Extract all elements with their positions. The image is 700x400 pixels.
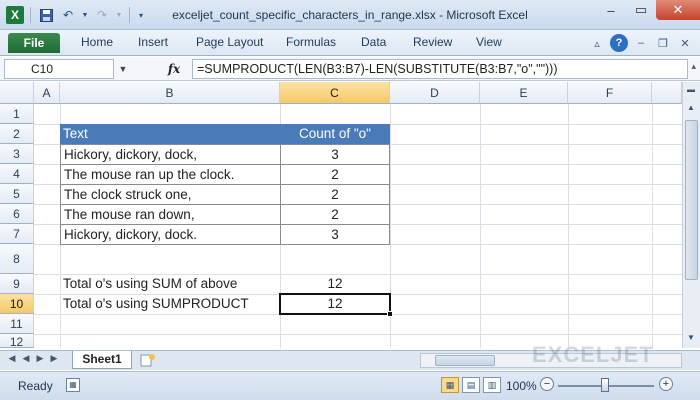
table-row-text[interactable]: Hickory, dickory, dock. bbox=[60, 224, 281, 245]
column-header-e[interactable]: E bbox=[480, 82, 568, 104]
row-header-10[interactable]: 10 bbox=[0, 294, 34, 314]
gridline bbox=[34, 334, 682, 335]
row-header-7[interactable]: 7 bbox=[0, 224, 34, 244]
maximize-icon[interactable]: ▭ bbox=[626, 0, 656, 20]
close-icon[interactable]: ✕ bbox=[656, 0, 700, 20]
total-sum-value[interactable]: 12 bbox=[280, 274, 390, 294]
name-box-dropdown-icon[interactable]: ▼ bbox=[116, 61, 130, 77]
normal-view-icon[interactable]: ▦ bbox=[441, 377, 459, 393]
status-ready: Ready bbox=[18, 379, 53, 393]
vertical-scroll-thumb[interactable] bbox=[685, 120, 698, 280]
ribbon-right-controls: ▵ ? – ❐ ✕ bbox=[588, 34, 694, 52]
next-sheet-icon[interactable]: ▶ bbox=[34, 353, 46, 364]
table-row-count[interactable]: 2 bbox=[280, 164, 390, 185]
formula-input[interactable]: =SUMPRODUCT(LEN(B3:B7)-LEN(SUBSTITUTE(B3… bbox=[192, 59, 688, 79]
macro-record-icon[interactable]: ▦ bbox=[66, 378, 80, 392]
insert-function-icon[interactable]: fx bbox=[162, 60, 186, 78]
column-header-f[interactable]: F bbox=[568, 82, 652, 104]
table-row-count[interactable]: 3 bbox=[280, 144, 390, 165]
workbook-close-icon[interactable]: ✕ bbox=[676, 34, 694, 52]
ribbon-tabs: File Home Insert Page Layout Formulas Da… bbox=[0, 30, 700, 56]
column-header-a[interactable]: A bbox=[34, 82, 60, 104]
row-header-4[interactable]: 4 bbox=[0, 164, 34, 184]
expand-formula-bar-icon[interactable]: ▴ bbox=[691, 61, 696, 72]
zoom-out-icon[interactable]: − bbox=[540, 377, 554, 391]
table-row-text[interactable]: The mouse ran down, bbox=[60, 204, 281, 225]
last-sheet-icon[interactable]: ▶ bbox=[48, 353, 60, 364]
fill-handle[interactable] bbox=[387, 311, 393, 317]
table-row-text[interactable]: The mouse ran up the clock. bbox=[60, 164, 281, 185]
table-header-count[interactable]: Count of "o" bbox=[280, 124, 390, 144]
insert-worksheet-icon[interactable] bbox=[140, 353, 156, 367]
zoom-in-icon[interactable]: + bbox=[659, 377, 673, 391]
column-header-d[interactable]: D bbox=[390, 82, 480, 104]
row-header-11[interactable]: 11 bbox=[0, 314, 34, 334]
row-header-8[interactable]: 8 bbox=[0, 244, 34, 274]
table-header-text[interactable]: Text bbox=[60, 124, 280, 144]
scroll-up-icon[interactable]: ▲ bbox=[683, 100, 699, 116]
table-row-count[interactable]: 3 bbox=[280, 224, 390, 245]
column-header-c[interactable]: C bbox=[280, 82, 390, 104]
title-bar: X ↶ ▼ ↷ ▼ ▾ exceljet_count_specific_char… bbox=[0, 0, 700, 30]
column-header-b[interactable]: B bbox=[60, 82, 280, 104]
tab-home[interactable]: Home bbox=[81, 35, 113, 49]
active-cell-selection[interactable] bbox=[279, 293, 391, 315]
tab-data[interactable]: Data bbox=[361, 35, 386, 49]
workbook-minimize-icon[interactable]: – bbox=[632, 34, 650, 52]
row-header-9[interactable]: 9 bbox=[0, 274, 34, 294]
tab-insert[interactable]: Insert bbox=[138, 35, 168, 49]
window-controls: – ▭ ✕ bbox=[596, 0, 700, 20]
scroll-down-icon[interactable]: ▼ bbox=[683, 330, 699, 346]
status-bar: Ready ▦ ▦ ▤ ▥ 100% − + bbox=[0, 371, 700, 400]
tab-review[interactable]: Review bbox=[413, 35, 452, 49]
window-title: exceljet_count_specific_characters_in_ra… bbox=[172, 8, 528, 22]
page-break-preview-icon[interactable]: ▥ bbox=[483, 377, 501, 393]
workbook-restore-icon[interactable]: ❐ bbox=[654, 34, 672, 52]
tab-page-layout[interactable]: Page Layout bbox=[196, 35, 263, 49]
horizontal-scroll-thumb[interactable] bbox=[435, 355, 495, 366]
split-box-icon[interactable]: ▬ bbox=[683, 82, 699, 98]
zoom-level[interactable]: 100% bbox=[506, 379, 537, 393]
column-header-g[interactable] bbox=[652, 82, 682, 104]
worksheet-grid[interactable]: A B C D E F 1 2 3 4 5 6 7 8 9 10 11 12 T… bbox=[0, 82, 700, 348]
page-layout-view-icon[interactable]: ▤ bbox=[462, 377, 480, 393]
vertical-scrollbar[interactable]: ▬ ▲ ▼ bbox=[682, 82, 700, 348]
row-header-1[interactable]: 1 bbox=[0, 104, 34, 124]
exceljet-watermark: EXCELJET bbox=[532, 342, 654, 367]
minimize-icon[interactable]: – bbox=[596, 0, 626, 20]
gridline bbox=[568, 104, 569, 348]
row-header-5[interactable]: 5 bbox=[0, 184, 34, 204]
name-box[interactable]: C10 bbox=[4, 59, 114, 79]
help-icon[interactable]: ? bbox=[610, 34, 628, 52]
tab-formulas[interactable]: Formulas bbox=[286, 35, 336, 49]
table-row-text[interactable]: The clock struck one, bbox=[60, 184, 281, 205]
table-row-count[interactable]: 2 bbox=[280, 204, 390, 225]
total-sumproduct-label[interactable]: Total o's using SUMPRODUCT bbox=[60, 294, 280, 314]
gridline bbox=[480, 104, 481, 348]
formula-bar: C10 ▼ fx =SUMPRODUCT(LEN(B3:B7)-LEN(SUBS… bbox=[0, 57, 700, 81]
gridline bbox=[652, 104, 653, 348]
minimize-ribbon-icon[interactable]: ▵ bbox=[588, 34, 606, 52]
row-header-3[interactable]: 3 bbox=[0, 144, 34, 164]
total-sum-label[interactable]: Total o's using SUM of above bbox=[60, 274, 280, 294]
row-header-2[interactable]: 2 bbox=[0, 124, 34, 144]
table-row-count[interactable]: 2 bbox=[280, 184, 390, 205]
select-all-corner[interactable] bbox=[0, 82, 34, 104]
table-row-text[interactable]: Hickory, dickory, dock, bbox=[60, 144, 281, 165]
tab-view[interactable]: View bbox=[476, 35, 502, 49]
row-header-12[interactable]: 12 bbox=[0, 334, 34, 348]
zoom-slider-handle[interactable] bbox=[601, 378, 609, 392]
prev-sheet-icon[interactable]: ◀ bbox=[20, 353, 32, 364]
tab-file[interactable]: File bbox=[8, 33, 60, 53]
first-sheet-icon[interactable]: ◀ bbox=[6, 353, 18, 364]
sheet-tab-sheet1[interactable]: Sheet1 bbox=[72, 351, 132, 369]
row-header-6[interactable]: 6 bbox=[0, 204, 34, 224]
